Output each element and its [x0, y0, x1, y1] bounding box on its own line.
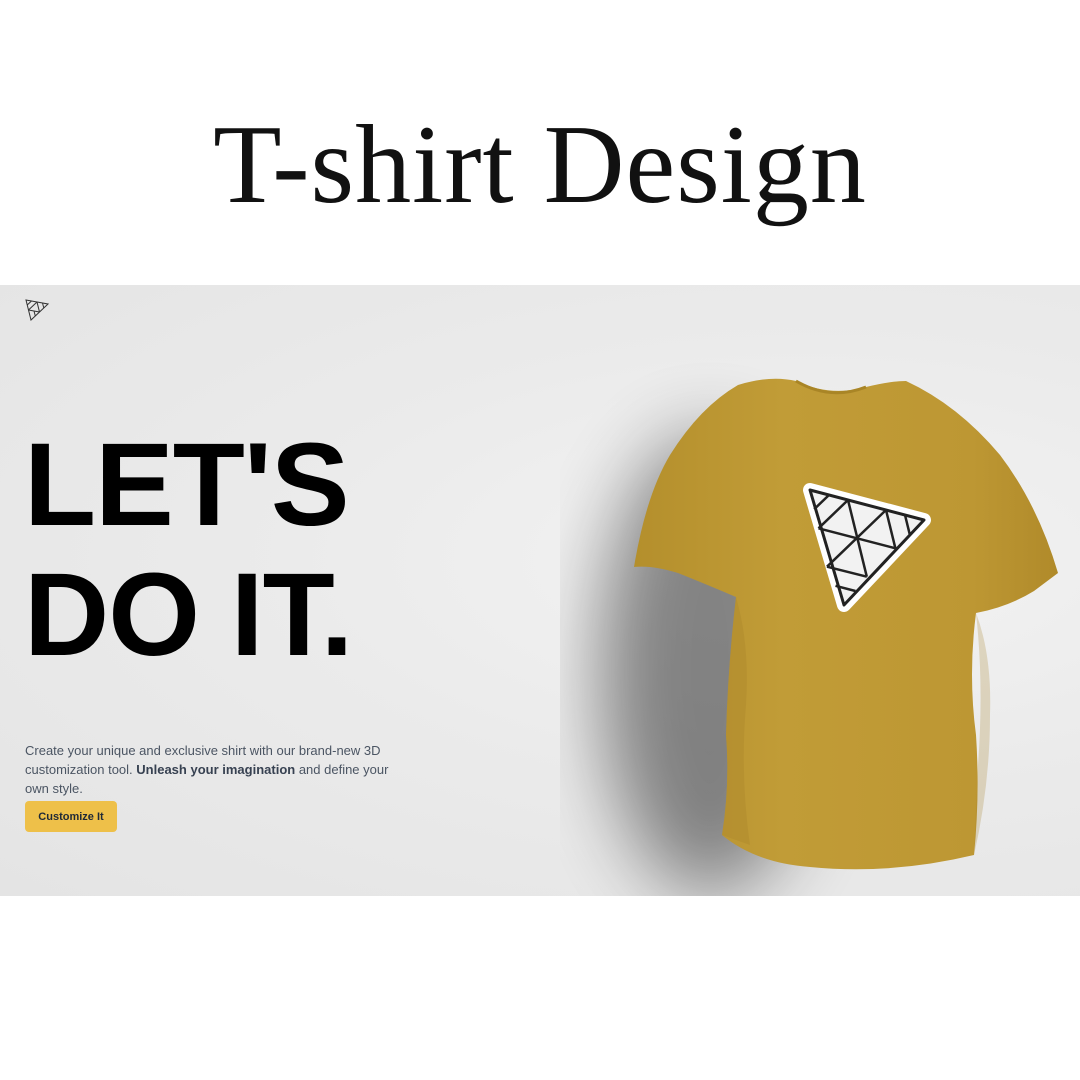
- hero-description: Create your unique and exclusive shirt w…: [25, 741, 395, 798]
- page-title: T-shirt Design: [213, 103, 867, 227]
- customize-it-button[interactable]: Customize It: [25, 801, 117, 832]
- tshirt-3d-preview[interactable]: [560, 345, 1080, 896]
- hero-section: LET'S DO IT. Create your unique and excl…: [0, 285, 1080, 896]
- headline-line-2: DO IT.: [24, 549, 353, 681]
- hero-headline: LET'S DO IT.: [24, 419, 353, 681]
- headline-line-1: LET'S: [24, 419, 350, 551]
- description-emphasis: Unleash your imagination: [136, 762, 296, 777]
- triangle-logo-icon[interactable]: [25, 299, 49, 321]
